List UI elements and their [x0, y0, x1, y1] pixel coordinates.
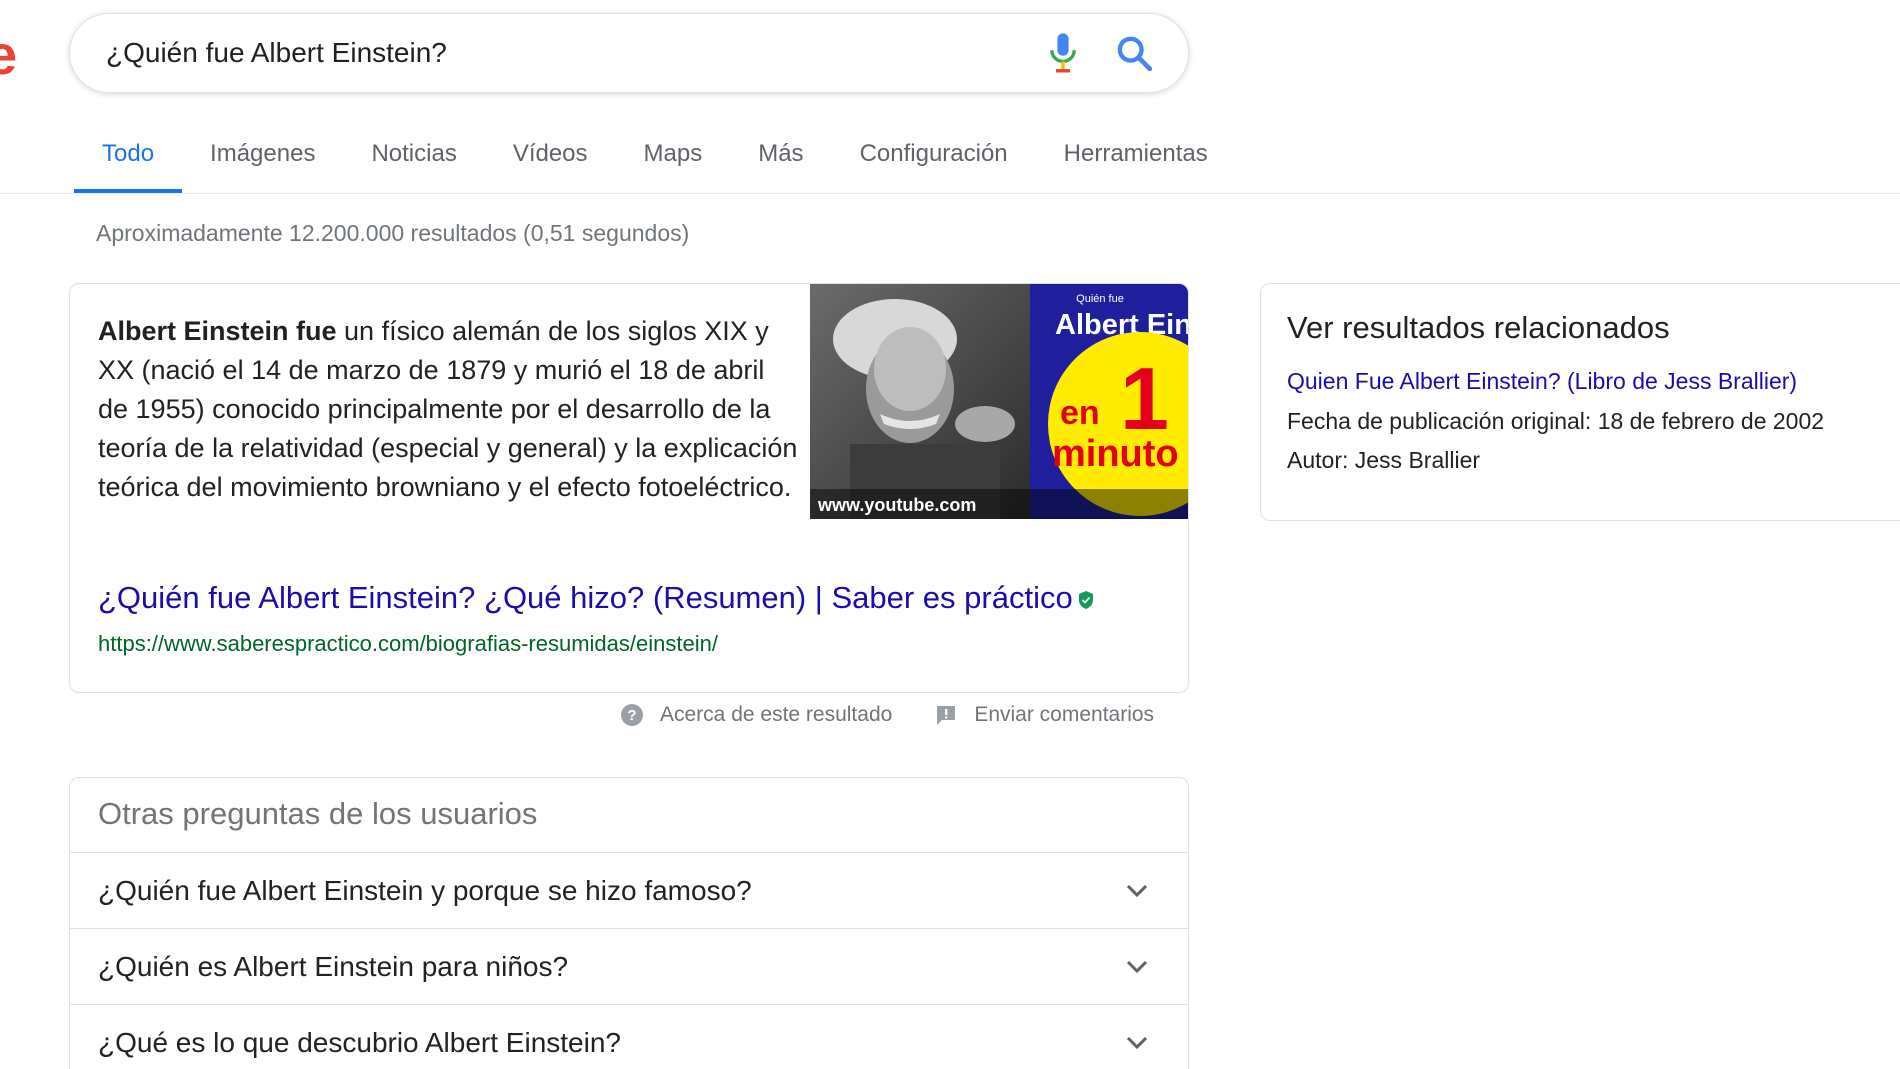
paa-question-text: ¿Quién es Albert Einstein para niños?: [98, 950, 569, 982]
google-logo[interactable]: e: [0, 22, 17, 87]
featured-snippet: Albert Einstein fue un físico alemán de …: [69, 283, 1189, 693]
thumbnail-badge-bottom: minuto: [1052, 433, 1179, 475]
search-input[interactable]: [106, 37, 1046, 69]
thumbnail-source: www.youtube.com: [817, 495, 976, 515]
snippet-link[interactable]: ¿Quién fue Albert Einstein? ¿Qué hizo? (…: [98, 580, 1095, 616]
related-link[interactable]: Quien Fue Albert Einstein? (Libro de Jes…: [1287, 368, 1797, 395]
paa-title: Otras preguntas de los usuarios: [70, 778, 1188, 853]
tabs-divider: [0, 193, 1900, 194]
tab-videos[interactable]: Vídeos: [485, 130, 616, 194]
snippet-text: Albert Einstein fue un físico alemán de …: [98, 312, 798, 507]
paa-question-text: ¿Qué es lo que descubrio Albert Einstein…: [98, 1026, 621, 1058]
related-author-value: : Jess Brallier: [1341, 447, 1481, 473]
about-result-link[interactable]: Acerca de este resultado: [660, 703, 892, 727]
paa-question-text: ¿Quién fue Albert Einstein y porque se h…: [98, 874, 752, 906]
send-feedback-link[interactable]: Enviar comentarios: [974, 703, 1154, 727]
thumbnail-badge-top: en: [1060, 394, 1100, 432]
snippet-bold-lead: Albert Einstein fue: [98, 316, 337, 346]
tab-configuracion[interactable]: Configuración: [832, 130, 1036, 194]
microphone-icon[interactable]: [1046, 32, 1080, 74]
thumbnail-top-caption: Quién fue: [1076, 293, 1124, 305]
paa-question[interactable]: ¿Quién es Albert Einstein para niños?: [70, 929, 1188, 1005]
snippet-thumbnail[interactable]: Quién fue Albert Einstein en 1 minuto ww…: [810, 284, 1189, 519]
tab-herramientas[interactable]: Herramientas: [1036, 130, 1236, 194]
chevron-down-icon[interactable]: [1126, 1036, 1148, 1050]
related-title: Ver resultados relacionados: [1287, 310, 1670, 345]
related-author: Autor: Jess Brallier: [1287, 447, 1480, 474]
feedback-icon[interactable]: [934, 703, 958, 727]
related-pub-value: : 18 de febrero de 2002: [1584, 408, 1825, 434]
tab-noticias[interactable]: Noticias: [343, 130, 484, 194]
paa-question[interactable]: ¿Quién fue Albert Einstein y porque se h…: [70, 853, 1188, 929]
related-publication-date: Fecha de publicación original: 18 de feb…: [1287, 408, 1824, 435]
related-results-panel: Ver resultados relacionados Quien Fue Al…: [1260, 283, 1900, 521]
snippet-footer: ? Acerca de este resultado Enviar coment…: [620, 700, 1154, 730]
help-icon[interactable]: ?: [620, 703, 644, 727]
result-stats: Aproximadamente 12.200.000 resultados (0…: [96, 220, 690, 246]
related-pub-label: Fecha de publicación original: [1287, 408, 1585, 434]
people-also-ask: Otras preguntas de los usuarios ¿Quién f…: [69, 777, 1189, 1069]
tab-maps[interactable]: Maps: [616, 130, 731, 194]
snippet-url[interactable]: https://www.saberespractico.com/biografi…: [98, 631, 718, 657]
tab-mas[interactable]: Más: [730, 130, 831, 194]
paa-question[interactable]: ¿Qué es lo que descubrio Albert Einstein…: [70, 1005, 1188, 1069]
tab-imagenes[interactable]: Imágenes: [182, 130, 343, 194]
search-tabs: Todo Imágenes Noticias Vídeos Maps Más C…: [74, 130, 1236, 194]
chevron-down-icon[interactable]: [1126, 884, 1148, 898]
search-icon[interactable]: [1114, 33, 1154, 73]
search-box: [69, 13, 1189, 93]
svg-text:?: ?: [627, 707, 636, 724]
tab-todo[interactable]: Todo: [74, 130, 183, 194]
related-author-label: Autor: [1287, 447, 1342, 473]
chevron-down-icon[interactable]: [1126, 960, 1148, 974]
verified-icon: [1078, 590, 1093, 609]
search-results-page: e Todo Imágenes Noticias Vídeos Maps Más…: [0, 0, 1900, 1069]
snippet-link-title[interactable]: ¿Quién fue Albert Einstein? ¿Qué hizo? (…: [98, 580, 1073, 615]
